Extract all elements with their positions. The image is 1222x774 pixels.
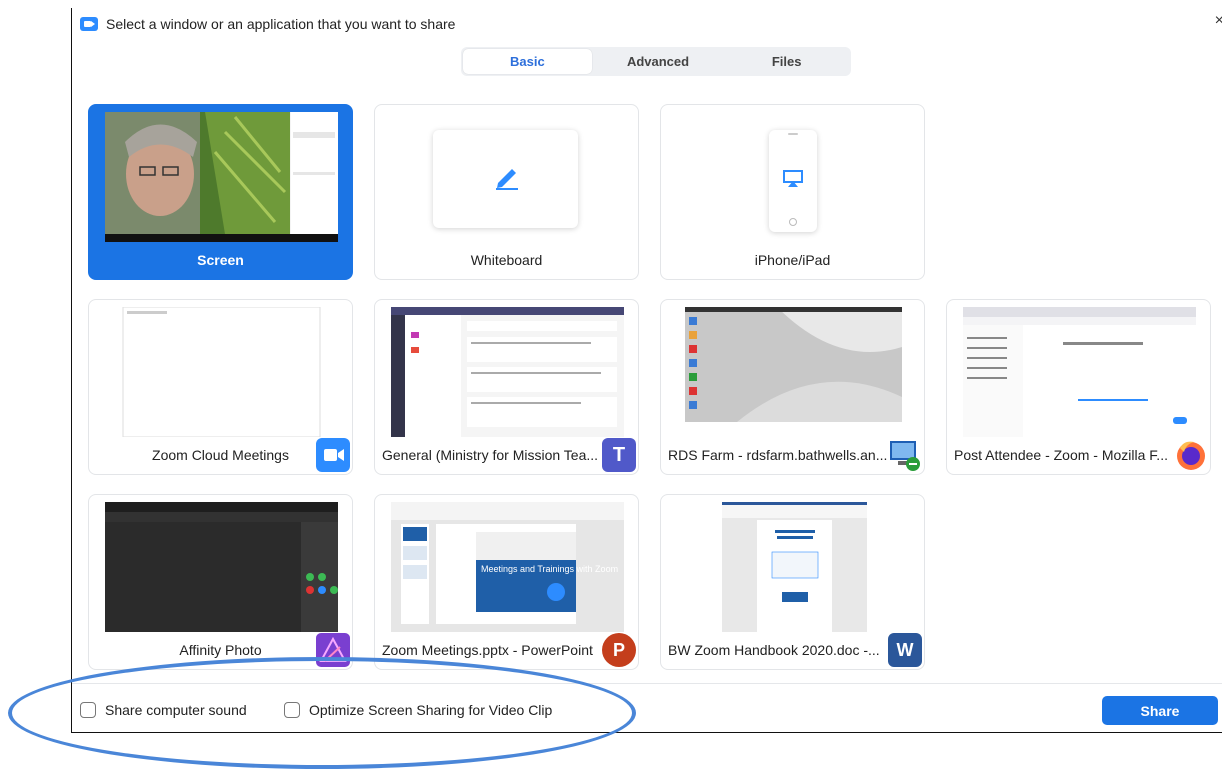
- card-label: Screen: [197, 252, 244, 268]
- card-label: Affinity Photo: [179, 642, 262, 658]
- share-button[interactable]: Share: [1102, 696, 1218, 725]
- tab-files[interactable]: Files: [722, 47, 851, 76]
- share-computer-sound-option[interactable]: Share computer sound: [80, 702, 247, 718]
- share-window-affinity-photo[interactable]: Affinity Photo: [88, 494, 353, 670]
- optimize-checkbox[interactable]: [284, 702, 300, 718]
- dialog-title: Select a window or an application that y…: [106, 16, 456, 32]
- share-window-powerpoint[interactable]: Meetings and Trainings with Zoom Zoom Me…: [374, 494, 639, 670]
- window-thumbnail: [677, 307, 910, 437]
- optimize-label: Optimize Screen Sharing for Video Clip: [309, 702, 553, 718]
- card-label: Post Attendee - Zoom - Mozilla F...: [954, 447, 1168, 463]
- card-label: Zoom Meetings.pptx - PowerPoint: [382, 642, 593, 658]
- powerpoint-app-icon: P: [602, 633, 636, 667]
- share-sound-label: Share computer sound: [105, 702, 247, 718]
- screen-thumbnail: [105, 112, 338, 242]
- share-window-rds-farm[interactable]: RDS Farm - rdsfarm.bathwells.an...: [660, 299, 925, 475]
- footer-divider: [72, 683, 1222, 684]
- share-tabs: Basic Advanced Files: [461, 47, 851, 76]
- share-window-zoom-cloud-meetings[interactable]: Zoom Cloud Meetings: [88, 299, 353, 475]
- window-thumbnail: [105, 502, 338, 632]
- share-window-teams[interactable]: General (Ministry for Mission Tea... T: [374, 299, 639, 475]
- affinity-photo-icon: [316, 633, 350, 667]
- card-label: iPhone/iPad: [754, 252, 831, 268]
- window-thumbnail: [963, 307, 1196, 437]
- share-window-word[interactable]: BW Zoom Handbook 2020.doc -... W: [660, 494, 925, 670]
- tab-advanced[interactable]: Advanced: [594, 47, 723, 76]
- card-label: RDS Farm - rdsfarm.bathwells.an...: [668, 447, 888, 463]
- share-option-screen[interactable]: Screen: [88, 104, 353, 280]
- whiteboard-preview: [433, 130, 578, 228]
- title-bar: Select a window or an application that y…: [80, 14, 455, 34]
- zoom-app-icon: [80, 17, 98, 31]
- window-thumbnail: [105, 307, 338, 437]
- share-sound-checkbox[interactable]: [80, 702, 96, 718]
- phone-preview: [769, 130, 817, 232]
- share-option-whiteboard[interactable]: Whiteboard: [374, 104, 639, 280]
- card-label: BW Zoom Handbook 2020.doc -...: [668, 642, 880, 658]
- optimize-video-option[interactable]: Optimize Screen Sharing for Video Clip: [284, 702, 552, 718]
- window-thumbnail: Meetings and Trainings with Zoom: [391, 502, 624, 632]
- close-icon[interactable]: ×: [1215, 12, 1222, 30]
- teams-app-icon: T: [602, 438, 636, 472]
- pencil-icon: [496, 169, 518, 190]
- window-thumbnail: [677, 502, 910, 632]
- word-app-icon: W: [888, 633, 922, 667]
- window-thumbnail: [391, 307, 624, 437]
- airplay-icon: [783, 170, 803, 187]
- slide-title: Meetings and Trainings with Zoom: [481, 564, 618, 574]
- remote-desktop-icon: [888, 438, 922, 472]
- share-option-iphone-ipad[interactable]: iPhone/iPad: [660, 104, 925, 280]
- tab-basic[interactable]: Basic: [463, 49, 592, 74]
- firefox-icon: [1174, 438, 1208, 472]
- share-window-firefox[interactable]: Post Attendee - Zoom - Mozilla F...: [946, 299, 1211, 475]
- share-dialog: Select a window or an application that y…: [71, 8, 1222, 733]
- zoom-app-icon: [316, 438, 350, 472]
- card-label: General (Ministry for Mission Tea...: [382, 447, 599, 463]
- card-label: Zoom Cloud Meetings: [152, 447, 289, 463]
- card-label: Whiteboard: [470, 252, 543, 268]
